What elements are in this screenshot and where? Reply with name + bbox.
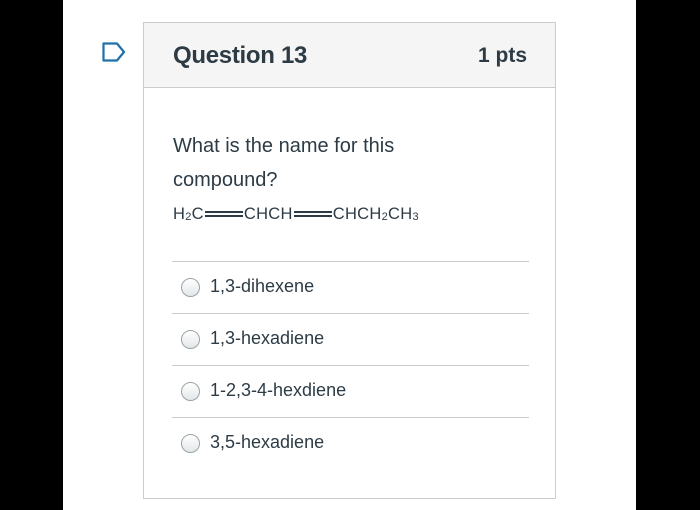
double-bond: [204, 211, 243, 217]
radio-button[interactable]: [181, 434, 200, 453]
formula-part: H: [173, 204, 186, 223]
radio-button[interactable]: [181, 382, 200, 401]
question-title: Question 13: [173, 42, 308, 69]
bookmark-flag-icon[interactable]: [102, 42, 126, 62]
answer-list: 1,3-dihexene 1,3-hexadiene 1-2,3-4-hexdi…: [172, 261, 529, 469]
answer-option[interactable]: 1,3-dihexene: [172, 261, 529, 313]
formula-part: CHCH: [243, 204, 293, 223]
radio-button[interactable]: [181, 330, 200, 349]
question-card: Question 13 1 pts What is the name for t…: [143, 22, 556, 499]
answer-label[interactable]: 1-2,3-4-hexdiene: [210, 380, 346, 401]
question-header: Question 13 1 pts: [144, 23, 555, 88]
answer-label[interactable]: 1,3-dihexene: [210, 276, 314, 297]
formula-part: CHCH: [332, 204, 382, 223]
formula-part: CH: [388, 204, 413, 223]
question-points: 1 pts: [477, 44, 527, 67]
answer-label[interactable]: 1,3-hexadiene: [210, 328, 324, 349]
answer-option[interactable]: 1,3-hexadiene: [172, 313, 529, 365]
chemical-formula: H2C CHCH CHCH 2 CH 3: [173, 204, 419, 223]
answer-label[interactable]: 3,5-hexadiene: [210, 432, 324, 453]
radio-button[interactable]: [181, 278, 200, 297]
answer-option[interactable]: 1-2,3-4-hexdiene: [172, 365, 529, 417]
formula-part: C: [191, 204, 204, 223]
double-bond: [293, 211, 332, 217]
answer-option[interactable]: 3,5-hexadiene: [172, 417, 529, 469]
question-text: What is the name for this compound?: [173, 135, 395, 191]
